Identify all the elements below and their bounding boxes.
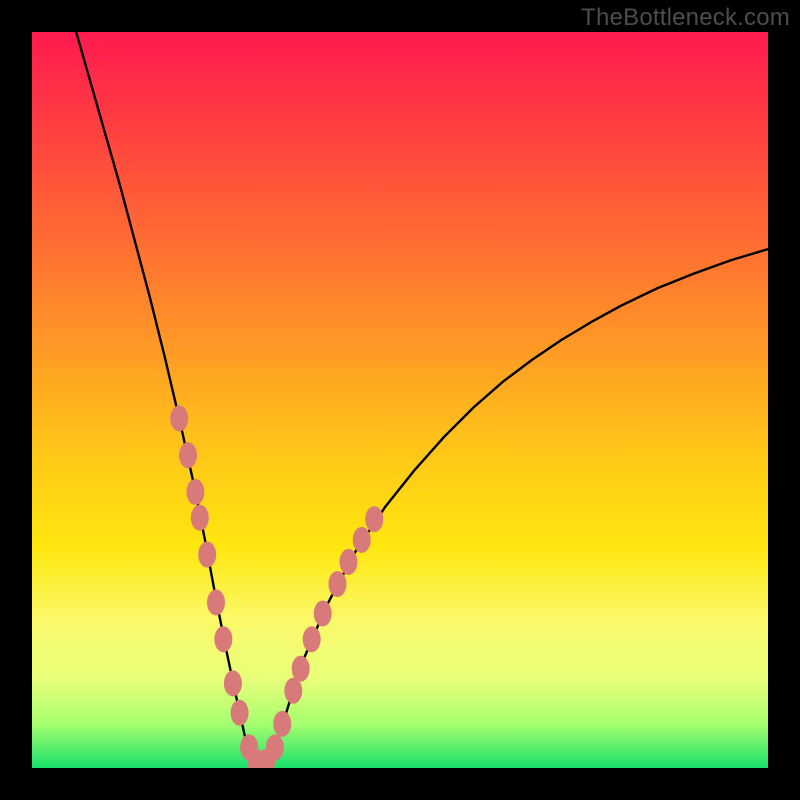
curve-marker bbox=[231, 700, 249, 726]
curve-marker bbox=[353, 527, 371, 553]
curve-marker bbox=[224, 670, 242, 696]
curve-marker bbox=[365, 506, 383, 532]
plot-area bbox=[32, 32, 768, 768]
curve-svg bbox=[32, 32, 768, 768]
curve-marker bbox=[191, 505, 209, 531]
curve-marker bbox=[198, 542, 216, 568]
watermark-text: TheBottleneck.com bbox=[581, 4, 790, 32]
bottleneck-curve bbox=[76, 32, 768, 765]
curve-marker bbox=[186, 479, 204, 505]
curve-marker bbox=[292, 656, 310, 682]
curve-marker bbox=[273, 711, 291, 737]
curve-marker bbox=[339, 549, 357, 575]
curve-marker bbox=[303, 626, 321, 652]
curve-marker bbox=[328, 571, 346, 597]
curve-markers bbox=[170, 405, 383, 768]
curve-marker bbox=[284, 678, 302, 704]
curve-marker bbox=[214, 626, 232, 652]
curve-marker bbox=[207, 589, 225, 615]
curve-marker bbox=[314, 600, 332, 626]
curve-marker bbox=[179, 442, 197, 468]
curve-marker bbox=[266, 734, 284, 760]
curve-marker bbox=[170, 405, 188, 431]
chart-frame: TheBottleneck.com bbox=[0, 0, 800, 800]
